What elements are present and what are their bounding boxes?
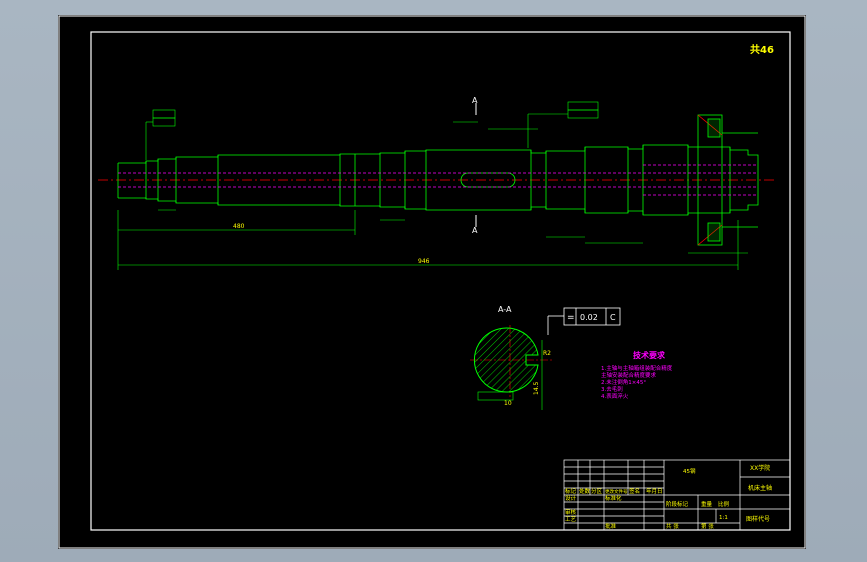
tb-material: 45钢 xyxy=(683,467,696,475)
inner-frame xyxy=(90,31,791,531)
section-radius-dim: R2 xyxy=(543,350,551,357)
title-mark: 共46 xyxy=(750,43,774,56)
tb-process: 工艺 xyxy=(565,516,577,523)
tech-req-5: 4.表面淬火 xyxy=(601,392,629,400)
overall-length-dim: 946 xyxy=(418,258,430,265)
drawing-canvas: 共46 A A 946 480 14.5 10 R2 A-A = 0.02 C … xyxy=(58,15,806,549)
middle-length-dim: 480 xyxy=(233,223,245,230)
section-marker-top: A xyxy=(472,96,478,105)
tech-requirements-heading: 技术要求 xyxy=(633,350,666,360)
tb-ratio: 比例 xyxy=(718,500,730,508)
tolerance-symbol: = xyxy=(567,313,575,323)
tech-req-2: 主轴安装配合精度要求 xyxy=(601,371,657,379)
tb-zone: 分区 xyxy=(591,487,603,495)
section-marker-bottom: A xyxy=(472,226,478,235)
tb-weight: 重量 xyxy=(701,500,713,508)
tolerance-frame: = 0.02 C xyxy=(547,307,621,335)
tb-design: 设计 xyxy=(565,494,577,502)
tb-sheet-no: 第 张 xyxy=(701,522,714,530)
tech-requirements: 技术要求 1.主轴与主轴箱组装配合精度 主轴安装配合精度要求 2.未注倒角1×4… xyxy=(601,350,673,400)
section-marker-group: A A xyxy=(472,96,478,235)
tb-change-no: 更改文件号 xyxy=(605,488,628,495)
dimension-lines xyxy=(117,101,748,270)
tb-stage: 阶段标记 xyxy=(666,500,689,508)
section-view: A-A = 0.02 C xyxy=(470,305,621,410)
tb-drawing-no: 图样代号 xyxy=(746,515,770,523)
tb-count: 处数 xyxy=(579,487,591,495)
tb-part-name: 机床主轴 xyxy=(748,484,772,492)
tolerance-datum: C xyxy=(610,313,616,322)
keyway-depth-dim: 14.5 xyxy=(533,381,540,395)
drawing-sheet[interactable]: 共46 A A 946 480 14.5 10 R2 A-A = 0.02 C … xyxy=(58,15,806,549)
section-label: A-A xyxy=(498,305,512,314)
tech-req-3: 2.未注倒角1×45° xyxy=(601,378,646,386)
tolerance-value: 0.02 xyxy=(580,313,598,322)
tb-mark: 标记 xyxy=(565,487,577,495)
tb-school: XX学院 xyxy=(750,464,770,472)
tb-scale: 1:1 xyxy=(719,515,728,521)
tb-check: 审核 xyxy=(565,508,577,516)
tb-sign: 签名 xyxy=(629,487,640,495)
section-width-dim: 10 xyxy=(504,400,512,407)
tb-approve: 批准 xyxy=(605,522,617,530)
tech-req-4: 3.去毛刺 xyxy=(601,385,623,393)
tb-standard: 标准化 xyxy=(605,494,622,502)
shaft-main-view xyxy=(98,114,776,246)
cad-viewport[interactable]: 共46 A A 946 480 14.5 10 R2 A-A = 0.02 C … xyxy=(0,0,867,562)
tech-req-1: 1.主轴与主轴箱组装配合精度 xyxy=(601,364,673,372)
tb-sheet-total: 共 张 xyxy=(666,522,679,530)
tb-date: 年月日 xyxy=(646,487,663,495)
